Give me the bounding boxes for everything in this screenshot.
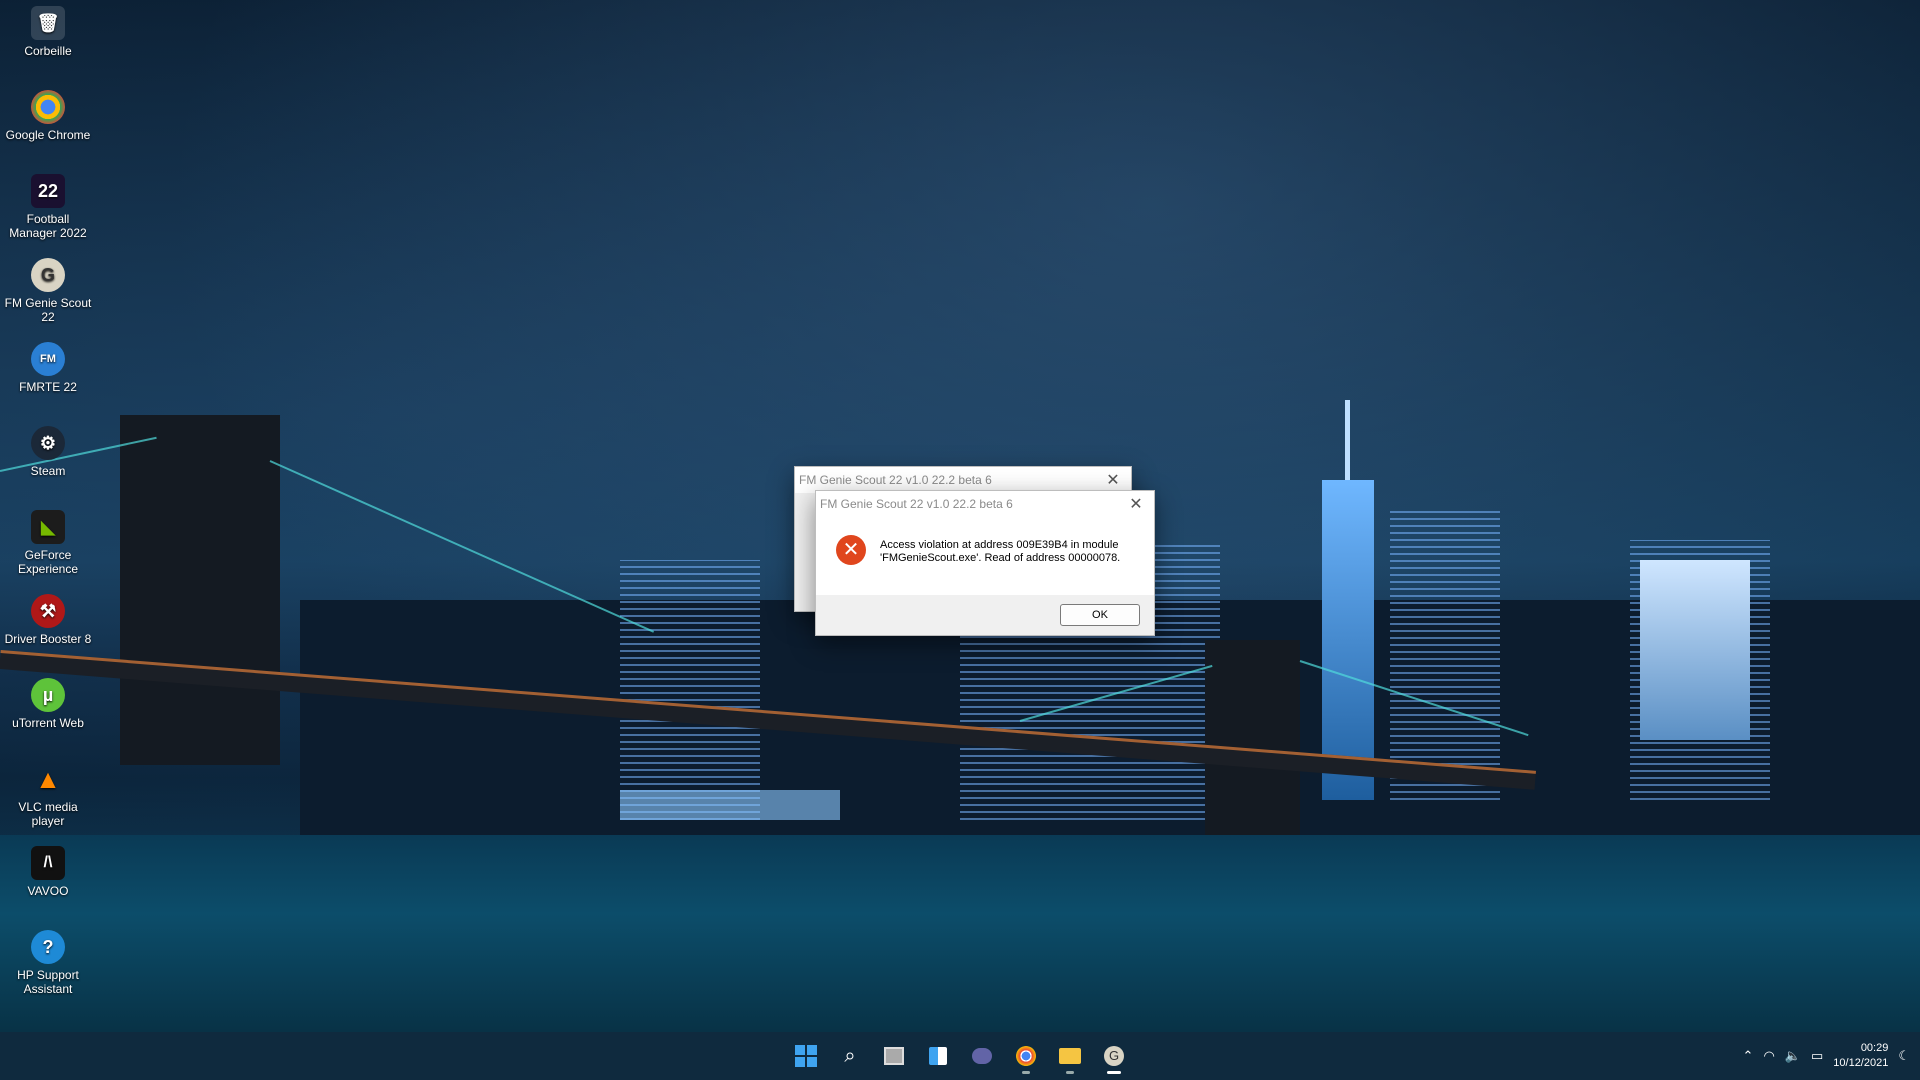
geforce-icon: ◣: [31, 510, 65, 544]
chat-icon: [972, 1048, 992, 1064]
file-explorer-icon: [1059, 1048, 1081, 1064]
desktop-icon-fmrte[interactable]: FM FMRTE 22: [2, 336, 94, 394]
widgets-icon: [929, 1047, 947, 1065]
running-indicator: [1107, 1071, 1121, 1074]
desktop-icon-label: Google Chrome: [5, 128, 91, 142]
hp-support-icon: ?: [31, 930, 65, 964]
steam-icon: ⚙: [31, 426, 65, 460]
volume-icon[interactable]: 🔈: [1785, 1048, 1801, 1064]
running-indicator: [1022, 1071, 1030, 1074]
desktop-icon-label: VAVOO: [27, 884, 69, 898]
wallpaper-buildings-right: [1390, 510, 1500, 800]
wallpaper-buildings-left: [620, 560, 760, 820]
chrome-icon: [31, 90, 65, 124]
fmrte-icon: FM: [31, 342, 65, 376]
task-view-button[interactable]: [876, 1036, 912, 1076]
taskbar-genie-scout-button[interactable]: G: [1096, 1036, 1132, 1076]
utorrent-icon: µ: [31, 678, 65, 712]
desktop-icon-hp-support[interactable]: ? HP Support Assistant: [2, 924, 94, 996]
error-message-line2: 'FMGenieScout.exe'. Read of address 0000…: [880, 552, 1121, 564]
desktop-icon-label: Football Manager 2022: [9, 212, 87, 240]
close-icon[interactable]: ✕: [1124, 494, 1148, 514]
desktop-icon-genie-scout[interactable]: G FM Genie Scout 22: [2, 252, 94, 324]
desktop-icon-label: uTorrent Web: [12, 716, 84, 730]
desktop-icon-label: FM Genie Scout 22: [4, 296, 92, 324]
system-tray: ⌃ ◠ 🔈 ▭ 00:29 10/12/2021 ☾: [1743, 1032, 1910, 1080]
taskbar: ⌕ G ⌃ ◠ 🔈 ▭ 00:29 10/12/2021 ☾: [0, 1032, 1920, 1080]
desktop-icon-label: Corbeille: [24, 44, 72, 58]
desktop-icon-geforce[interactable]: ◣ GeForce Experience: [2, 504, 94, 576]
genie-scout-icon: G: [1104, 1046, 1124, 1066]
vlc-icon: ▲: [35, 764, 61, 794]
task-view-icon: [884, 1047, 904, 1065]
close-icon[interactable]: ✕: [1101, 470, 1125, 490]
wallpaper-water: [0, 835, 1920, 1032]
wallpaper-carousel: [620, 790, 840, 820]
desktop-icon-label: HP Support Assistant: [17, 968, 79, 996]
start-icon: [795, 1045, 817, 1067]
search-button[interactable]: ⌕: [832, 1036, 868, 1076]
desktop-icon-football-manager[interactable]: 22 Football Manager 2022: [2, 168, 94, 240]
wallpaper-bridge-tower-right: [1205, 640, 1300, 840]
widgets-button[interactable]: [920, 1036, 956, 1076]
clock-date: 10/12/2021: [1833, 1057, 1889, 1069]
genie-scout-icon: G: [31, 258, 65, 292]
desktop-icon-label: GeForce Experience: [17, 548, 79, 576]
taskbar-chrome-button[interactable]: [1008, 1036, 1044, 1076]
battery-icon[interactable]: ▭: [1811, 1048, 1823, 1064]
error-dialog[interactable]: FM Genie Scout 22 v1.0 22.2 beta 6 ✕ ✕ A…: [815, 490, 1155, 636]
error-message-line1: Access violation at address 009E39B4 in …: [880, 539, 1119, 551]
error-dialog-titlebar[interactable]: FM Genie Scout 22 v1.0 22.2 beta 6 ✕: [816, 491, 1154, 517]
desktop-icon-driver-booster[interactable]: ⚒ Driver Booster 8: [2, 588, 94, 646]
driver-booster-icon: ⚒: [31, 594, 65, 628]
desktop-icon-recycle-bin[interactable]: 🗑 Corbeille: [2, 0, 94, 58]
desktop-icon-chrome[interactable]: Google Chrome: [2, 84, 94, 142]
chevron-up-icon[interactable]: ⌃: [1743, 1048, 1754, 1064]
chrome-icon: [1016, 1046, 1036, 1066]
clock-time: 00:29: [1860, 1042, 1889, 1054]
desktop-icon-label: Steam: [30, 464, 66, 478]
chat-button[interactable]: [964, 1036, 1000, 1076]
wallpaper-bridge-tower-left: [120, 415, 280, 765]
desktop-icon-vavoo[interactable]: /\ VAVOO: [2, 840, 94, 898]
wifi-icon[interactable]: ◠: [1763, 1048, 1774, 1064]
desktop-icon-steam[interactable]: ⚙ Steam: [2, 420, 94, 478]
error-message: Access violation at address 009E39B4 in …: [880, 535, 1120, 565]
clock[interactable]: 00:29 10/12/2021: [1833, 1041, 1888, 1071]
desktop-icon-label: Driver Booster 8: [4, 632, 92, 646]
error-dialog-footer: OK: [816, 595, 1154, 635]
file-explorer-button[interactable]: [1052, 1036, 1088, 1076]
football-manager-icon: 22: [31, 174, 65, 208]
dialog-title: FM Genie Scout 22 v1.0 22.2 beta 6: [820, 497, 1013, 511]
wallpaper-lit-tower-right: [1640, 560, 1750, 740]
wallpaper-one-world-trade: [1322, 480, 1374, 800]
notifications-icon[interactable]: ☾: [1898, 1048, 1910, 1064]
ok-button[interactable]: OK: [1060, 604, 1140, 626]
wallpaper-spire: [1345, 400, 1350, 480]
desktop-icon-label: FMRTE 22: [19, 380, 77, 394]
running-indicator: [1066, 1071, 1074, 1074]
start-button[interactable]: [788, 1036, 824, 1076]
vavoo-icon: /\: [31, 846, 65, 880]
desktop-icon-vlc[interactable]: ▲ VLC media player: [2, 756, 94, 828]
recycle-bin-icon: 🗑: [31, 6, 65, 40]
taskbar-apps: ⌕ G: [788, 1032, 1132, 1080]
desktop-icon-utorrent[interactable]: µ uTorrent Web: [2, 672, 94, 730]
search-icon: ⌕: [844, 1044, 856, 1067]
error-icon: ✕: [836, 535, 866, 565]
desktop-icon-label: VLC media player: [18, 800, 78, 828]
dialog-title: FM Genie Scout 22 v1.0 22.2 beta 6: [799, 473, 992, 487]
error-dialog-body: ✕ Access violation at address 009E39B4 i…: [816, 517, 1154, 595]
